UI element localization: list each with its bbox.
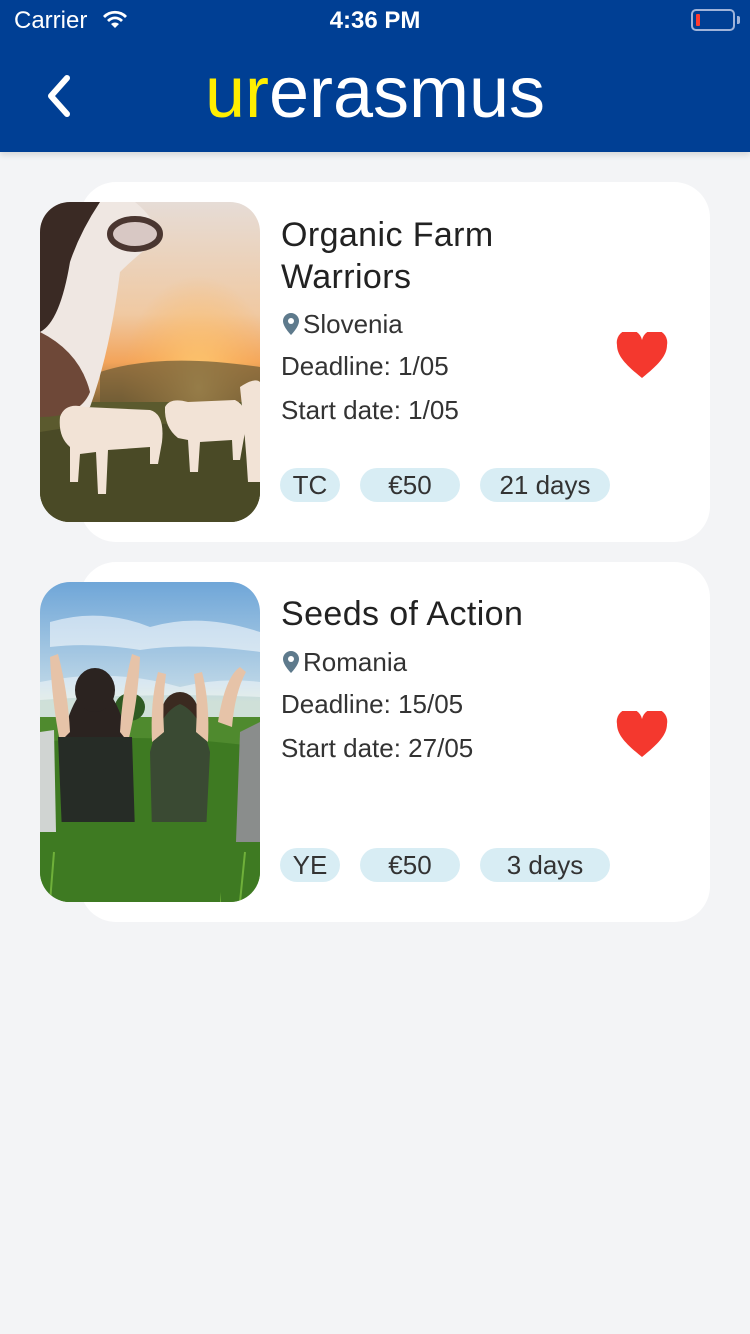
clock: 4:36 PM — [329, 7, 421, 34]
duration-chip: 21 days — [480, 468, 610, 502]
title-line: Seeds of Action — [281, 595, 524, 633]
title-line: Warriors — [281, 258, 412, 296]
project-image — [40, 202, 260, 522]
location-text: Romania — [303, 646, 408, 677]
project-image — [40, 582, 260, 902]
duration-chip: 3 days — [480, 848, 610, 882]
location-text: Slovenia — [303, 308, 403, 339]
project-type-chip: YE — [280, 848, 340, 882]
project-location: Romania — [283, 646, 407, 678]
battery-nub — [737, 16, 740, 24]
map-pin-icon — [283, 651, 299, 673]
deadline-text: Deadline: 1/05 — [281, 351, 449, 381]
start-date-text: Start date: 27/05 — [281, 733, 474, 763]
favorite-button[interactable] — [616, 708, 668, 759]
title-line: Organic Farm — [281, 216, 494, 254]
map-pin-icon — [283, 313, 299, 335]
start-date-text: Start date: 1/05 — [281, 395, 459, 425]
app-header: Carrier 4:36 PM urerasmus — [0, 0, 750, 152]
fee-chip: €50 — [360, 848, 460, 882]
battery-icon — [691, 9, 735, 31]
app-logo: urerasmus — [0, 48, 750, 138]
project-title[interactable]: Organic Farm Warriors — [281, 214, 601, 298]
project-location: Slovenia — [283, 308, 403, 340]
project-title[interactable]: Seeds of Action — [281, 593, 601, 635]
heart-icon — [616, 329, 668, 378]
project-type-chip: TC — [280, 468, 340, 502]
status-bar: Carrier 4:36 PM — [0, 0, 750, 40]
favorite-button[interactable] — [616, 329, 668, 380]
heart-icon — [616, 708, 668, 757]
deadline-text: Deadline: 15/05 — [281, 689, 464, 719]
fee-chip: €50 — [360, 468, 460, 502]
logo-ur: ur — [204, 53, 269, 133]
logo-erasmus: erasmus — [268, 53, 546, 133]
